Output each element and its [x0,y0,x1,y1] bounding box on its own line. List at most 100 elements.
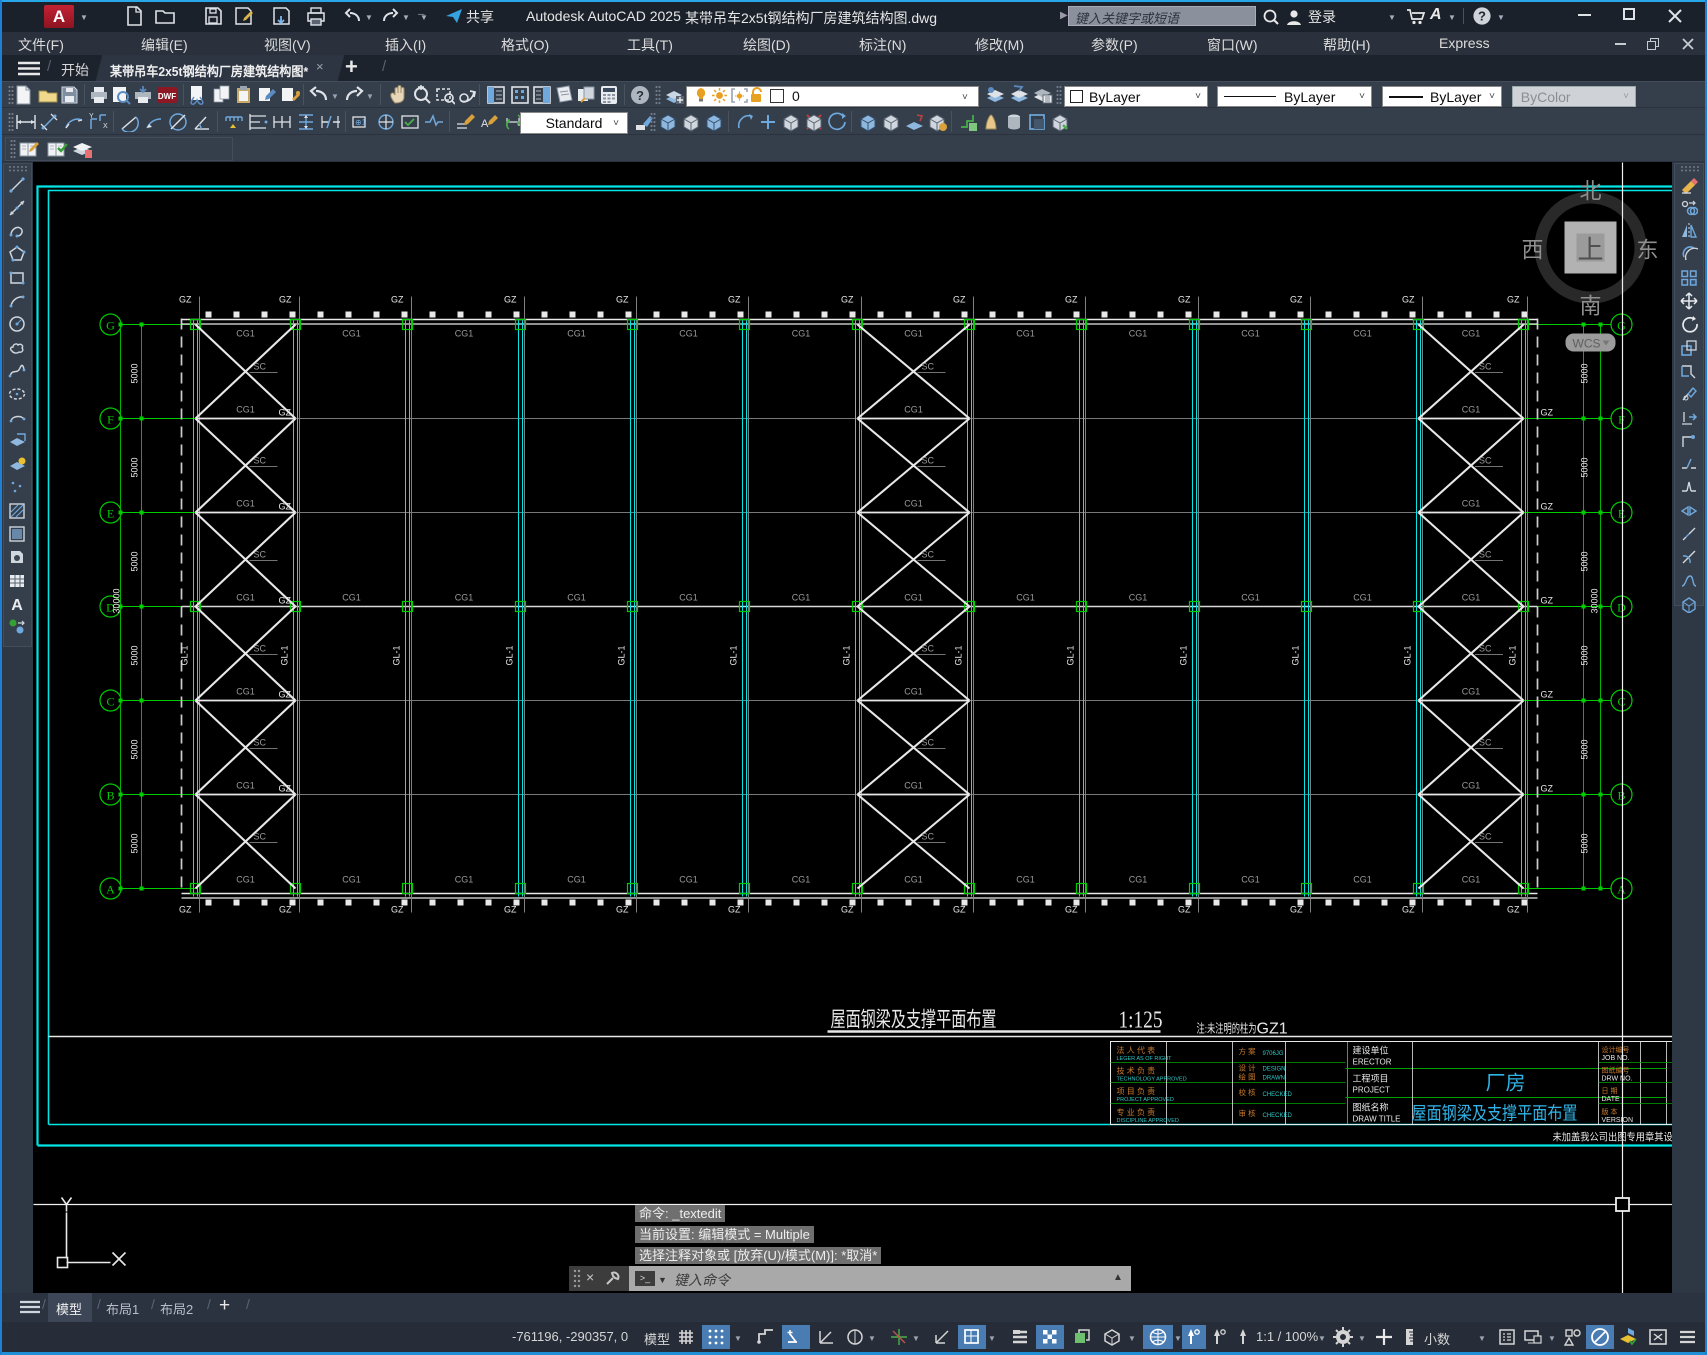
svg-text:SC: SC [1479,832,1492,842]
svg-text:CG1: CG1 [1016,329,1035,339]
svg-text:南: 南 [1579,294,1601,319]
svg-text:5000: 5000 [130,551,140,571]
svg-text:厂房: 厂房 [1486,1072,1526,1095]
svg-text:D: D [1617,601,1626,615]
svg-text:CG1: CG1 [567,593,586,603]
svg-text:GZ: GZ [616,905,629,915]
svg-text:SC: SC [922,738,935,748]
svg-text:SC: SC [1479,738,1492,748]
svg-text:CG1: CG1 [455,875,474,885]
svg-text:5000: 5000 [130,833,140,853]
svg-text:GZ: GZ [1541,502,1554,512]
svg-text:GL-1: GL-1 [1508,645,1518,665]
svg-text:CG1: CG1 [904,687,923,697]
svg-text:GZ: GZ [1402,905,1415,915]
svg-text:CG1: CG1 [1241,875,1260,885]
svg-text:CG1: CG1 [792,329,811,339]
svg-text:CG1: CG1 [1129,875,1148,885]
svg-text:GZ: GZ [504,295,517,305]
svg-text:GL-1: GL-1 [1066,645,1076,665]
svg-text:技 术 负 责: 技 术 负 责 [1117,1066,1156,1076]
svg-text:GL-1: GL-1 [505,645,515,665]
svg-text:CG1: CG1 [1016,593,1035,603]
svg-text:SC: SC [922,550,935,560]
svg-text:CG1: CG1 [792,593,811,603]
svg-text:A: A [1617,883,1626,897]
svg-text:5000: 5000 [1580,457,1590,477]
svg-text:CG1: CG1 [567,875,586,885]
svg-text:PROJECT: PROJECT [1353,1086,1390,1095]
svg-text:5000: 5000 [130,457,140,477]
svg-text:A: A [481,118,489,130]
svg-text:西: 西 [1521,238,1543,263]
svg-text:法 人 代 表: 法 人 代 表 [1117,1045,1156,1055]
svg-text:Y: Y [89,113,94,120]
svg-text:G: G [106,319,115,333]
svg-text:SC: SC [922,832,935,842]
svg-text:?: ? [1478,9,1486,24]
svg-text:GZ: GZ [279,295,292,305]
svg-text:GZ: GZ [1507,295,1520,305]
svg-text:CG1: CG1 [1462,781,1481,791]
svg-text:CG1: CG1 [1241,593,1260,603]
svg-text:JOB NO.: JOB NO. [1602,1055,1630,1062]
svg-text:SC: SC [254,644,267,654]
svg-text:SC: SC [1479,644,1492,654]
svg-text:设计编号: 设计编号 [1602,1045,1630,1054]
svg-text:SC: SC [254,832,267,842]
svg-text:E: E [1618,507,1625,521]
svg-text:上: 上 [1577,235,1603,265]
svg-text:CG1: CG1 [792,875,811,885]
svg-text:CG1: CG1 [342,593,361,603]
svg-text:WCS: WCS [1573,337,1601,351]
svg-text:SC: SC [922,362,935,372]
svg-text:图纸名称: 图纸名称 [1353,1102,1389,1113]
svg-text:GZ: GZ [1178,295,1191,305]
svg-text:X: X [103,123,108,130]
svg-text:屋面钢梁及支撑平面布置: 屋面钢梁及支撑平面布置 [1412,1104,1578,1124]
svg-text:工程项目: 工程项目 [1353,1074,1389,1084]
svg-text:GZ: GZ [1507,905,1520,915]
svg-text:CG1: CG1 [904,405,923,415]
svg-text:9706JG: 9706JG [1263,1051,1284,1057]
svg-text:DRAW TITLE: DRAW TITLE [1353,1115,1401,1124]
svg-text:5000: 5000 [1580,363,1590,383]
svg-text:A: A [11,597,23,613]
svg-text:方 案: 方 案 [1239,1046,1257,1056]
svg-text:SC: SC [1479,550,1492,560]
svg-text:CG1: CG1 [1129,593,1148,603]
svg-text:SC: SC [922,644,935,654]
svg-text:GZ: GZ [279,905,292,915]
svg-text:CG1: CG1 [904,329,923,339]
svg-text:SC: SC [1479,362,1492,372]
svg-text:LEGER AS OF RIGHT: LEGER AS OF RIGHT [1117,1056,1173,1062]
svg-text:GZ: GZ [953,905,966,915]
svg-text:CG1: CG1 [342,875,361,885]
svg-text:GZ: GZ [728,905,741,915]
svg-text:GZ: GZ [1290,295,1303,305]
svg-text:CG1: CG1 [1353,593,1372,603]
svg-text:CG1: CG1 [1241,329,1260,339]
svg-text:CG1: CG1 [1462,593,1481,603]
svg-text:CG1: CG1 [342,329,361,339]
svg-text:⊕1: ⊕1 [355,118,367,127]
svg-text:CG1: CG1 [1462,329,1481,339]
svg-text:SC: SC [1479,456,1492,466]
svg-text:E: E [107,507,114,521]
svg-text:GZ: GZ [179,295,192,305]
svg-text:5000: 5000 [1580,551,1590,571]
svg-text:CG1: CG1 [679,875,698,885]
svg-text:GZ: GZ [391,295,404,305]
svg-text:GL-1: GL-1 [280,645,290,665]
svg-text:GZ: GZ [1178,905,1191,915]
svg-text:VERSION: VERSION [1602,1117,1634,1124]
svg-text:GZ: GZ [391,905,404,915]
svg-text:设 计: 设 计 [1239,1063,1257,1073]
svg-text:GL-1: GL-1 [842,645,852,665]
svg-text:GZ: GZ [1290,905,1303,915]
svg-text:GZ: GZ [179,905,192,915]
svg-text:SC: SC [254,362,267,372]
svg-text:DESIGN: DESIGN [1263,1067,1286,1073]
svg-text:绘 图: 绘 图 [1239,1072,1256,1082]
svg-text:CG1: CG1 [1353,329,1372,339]
